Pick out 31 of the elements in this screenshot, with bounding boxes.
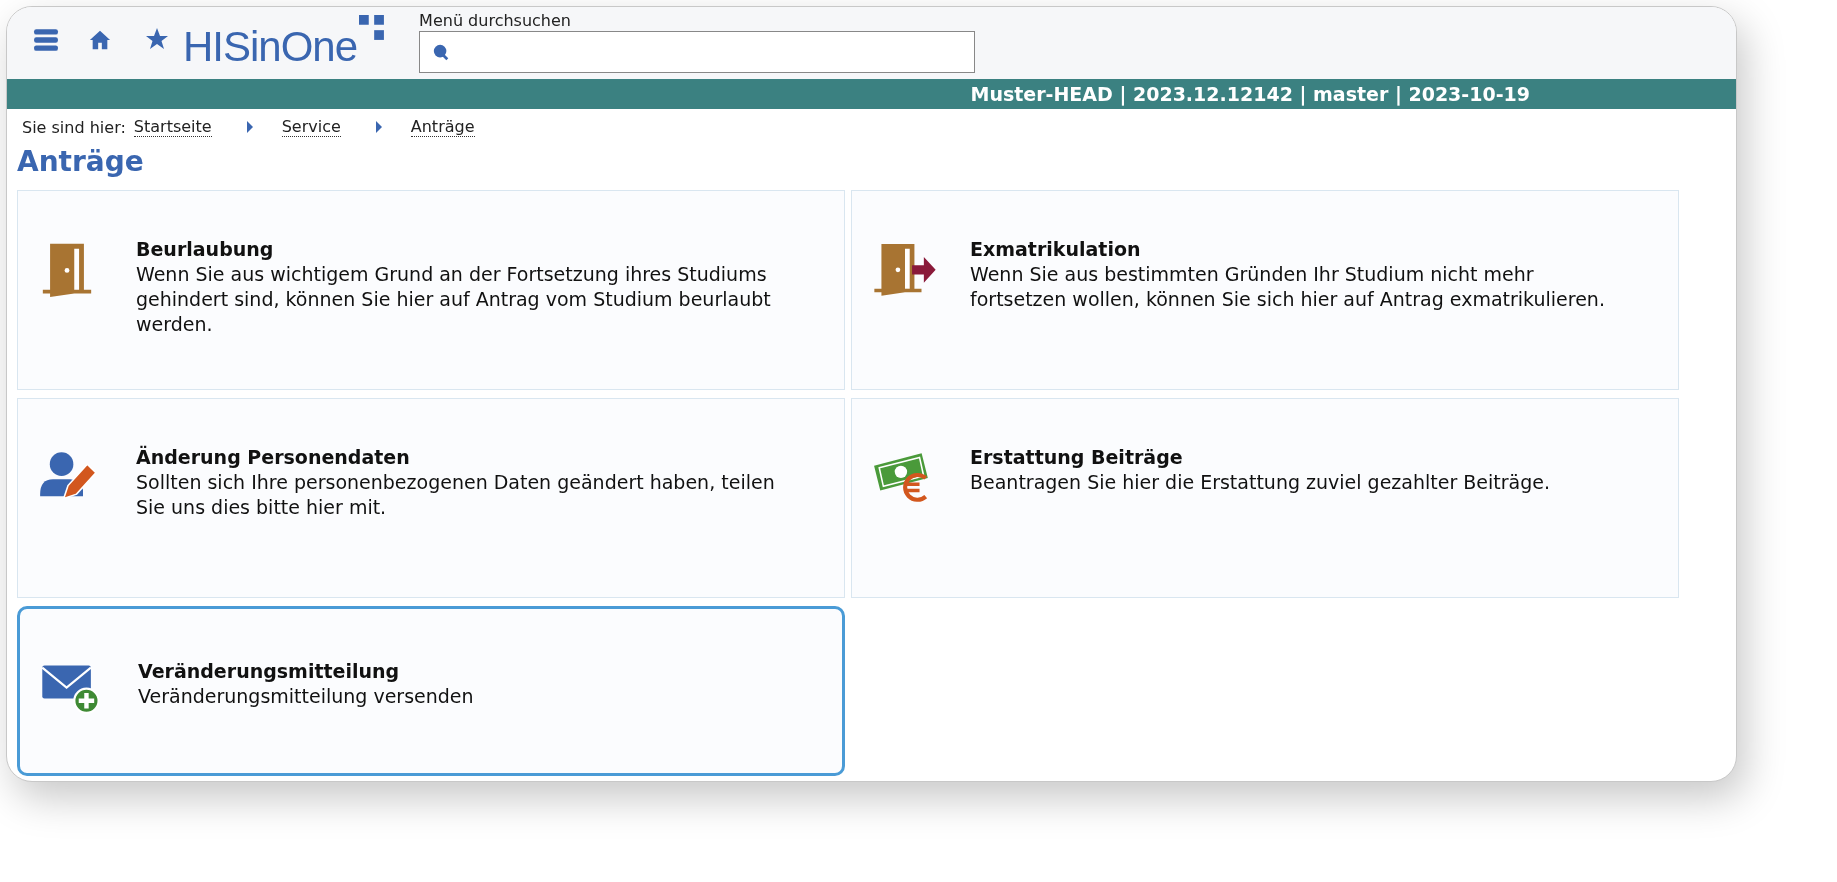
chevron-icon: [374, 121, 383, 133]
logo-text[interactable]: HISinOne: [183, 23, 358, 71]
card-title: Exmatrikulation: [970, 237, 1142, 262]
request-card[interactable]: Exmatrikulation Wenn Sie aus bestimmten Gründen Ihr Studium nicht mehr fortsetzen wollen, können Sie sich hier auf Antrag exmatrikulieren.: [851, 190, 1679, 390]
request-card[interactable]: Veränderungsmitteilung Veränderungsmitteilung versenden: [17, 606, 845, 776]
breadcrumb-link[interactable]: Anträge: [410, 117, 475, 137]
chevron-icon: [245, 121, 254, 133]
breadcrumb-link[interactable]: Startseite: [133, 117, 212, 137]
card-title: Veränderungsmitteilung: [138, 659, 401, 684]
card-title: Änderung Personendaten: [136, 445, 411, 470]
search-icon: [432, 43, 451, 61]
card-title: Beurlaubung: [136, 237, 275, 262]
search-field[interactable]: [419, 31, 976, 73]
request-card[interactable]: Beurlaubung Wenn Sie aus wichtigem Grund an der Fortsetzung ihres Studiums gehindert sind, können Sie hier auf Antrag vom Studium beurlaubt werden.: [17, 190, 845, 390]
card-description: Wenn Sie aus wichtigem Grund an der Fortsetzung ihres Studiums gehindert sind, können Sie hier auf Antrag vom Studium beurlaubt werden.: [136, 262, 772, 337]
breadcrumb-label: Sie sind hier:: [22, 117, 126, 137]
card-description: Sollten sich Ihre personenbezogenen Daten geändert haben, teilen Sie uns dies bitte hier mit.: [136, 470, 776, 520]
card-description: Wenn Sie aus bestimmten Gründen Ihr Studium nicht mehr fortsetzen wollen, können Sie sich hier auf Antrag exmatrikulieren.: [970, 262, 1606, 312]
request-card[interactable]: Änderung Personendaten Sollten sich Ihre personenbezogenen Daten geändert haben, teilen Sie uns dies bitte hier mit.: [17, 398, 845, 598]
menu-icon[interactable]: [33, 27, 59, 53]
star-icon[interactable]: [145, 27, 169, 51]
card-description: Beantragen Sie hier die Erstattung zuviel gezahlter Beiträge.: [970, 470, 1550, 495]
breadcrumb-link[interactable]: Service: [281, 117, 341, 137]
card-description: Veränderungsmitteilung versenden: [138, 684, 474, 709]
home-icon[interactable]: [89, 29, 111, 51]
logo-squares-icon: [359, 15, 386, 41]
card-title: Erstattung Beiträge: [970, 445, 1184, 470]
search-label: Menü durchsuchen: [419, 11, 572, 31]
version-info: Muster-HEAD | 2023.12.12142 | master | 2023-10-19: [970, 83, 1530, 105]
request-card[interactable]: Erstattung Beiträge Beantragen Sie hier die Erstattung zuviel gezahlter Beiträge.: [851, 398, 1679, 598]
page-title: Anträge: [17, 145, 145, 178]
